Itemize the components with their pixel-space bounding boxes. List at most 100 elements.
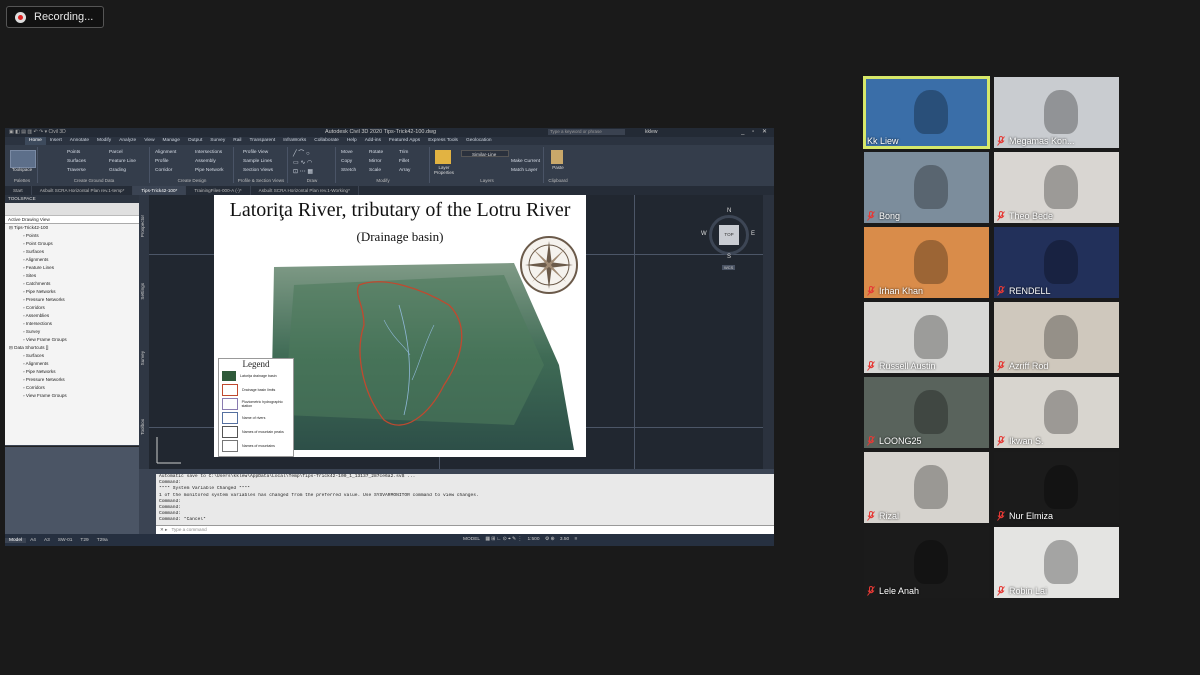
ribbon-tab[interactable]: Transparent [246, 137, 280, 145]
layer-properties-button[interactable]: Layer Properties [431, 165, 457, 175]
tree-item[interactable]: ⊟ Data Shortcuts [] [5, 344, 139, 352]
status-tools[interactable]: MODEL ▦ ⊞ ∟ ⊙ ⌖ ✎ ⋮ 1:500 ⚙ ⊕ 3.50 ≡ [455, 536, 581, 542]
toolspace-button[interactable]: Toolspace [7, 167, 37, 172]
ribbon-command[interactable]: Array [399, 166, 410, 175]
document-tab[interactable]: Tips-Trick42-100* [133, 186, 187, 195]
model-space-toggle[interactable]: MODEL [459, 537, 484, 542]
ribbon-command[interactable]: Section Views [243, 166, 273, 175]
ribbon-command[interactable]: Points [67, 148, 86, 157]
participant-tile[interactable]: Megamas Kon... [994, 77, 1119, 148]
ribbon-tab[interactable]: Output [184, 137, 206, 145]
tree-item[interactable]: ▫ Point Groups [5, 240, 139, 248]
tree-item[interactable]: ▫ Corridors [5, 384, 139, 392]
tree-item[interactable]: ▫ Catchments [5, 280, 139, 288]
ribbon-command[interactable]: Rotate [369, 148, 383, 157]
participant-tile[interactable]: Rizal [864, 452, 989, 523]
tree-item[interactable]: ▫ Alignments [5, 256, 139, 264]
viewcube-top[interactable]: TOP [719, 225, 739, 245]
tree-item[interactable]: ▫ Feature Lines [5, 264, 139, 272]
ribbon-tab[interactable]: Annotate [66, 137, 93, 145]
tree-item[interactable]: ▫ Corridors [5, 304, 139, 312]
user-name[interactable]: kklew [645, 129, 658, 135]
ribbon-command[interactable]: Make Current [511, 157, 540, 166]
ribbon-command[interactable]: Move [341, 148, 356, 157]
ribbon-command[interactable]: Feature Line [109, 157, 136, 166]
annotation-scale[interactable]: 1:500 [524, 537, 544, 542]
viewcube[interactable]: TOP N S E W WCS [701, 208, 755, 270]
tree-item[interactable]: ▫ View Frame Groups [5, 336, 139, 344]
ribbon-tab[interactable]: Express Tools [424, 137, 462, 145]
tree-item[interactable]: ▫ Surfaces [5, 248, 139, 256]
ribbon-command[interactable]: Parcel [109, 148, 136, 157]
ribbon-tab[interactable]: Survey [206, 137, 229, 145]
ribbon-command[interactable]: Profile View [243, 148, 273, 157]
recording-indicator[interactable]: Recording... [6, 6, 104, 28]
command-input[interactable]: ✕ ▸ Type a command [156, 525, 774, 534]
drawing-canvas[interactable]: Latoriţa River, tributary of the Lotru R… [149, 195, 763, 469]
participant-tile[interactable]: Azriff Rod [994, 302, 1119, 373]
ribbon-command[interactable]: Copy [341, 157, 356, 166]
window-controls[interactable]: _ ▫ ✕ [741, 128, 770, 135]
ribbon-command[interactable]: Alignment [155, 148, 176, 157]
ribbon-command[interactable]: Corridor [155, 166, 176, 175]
ribbon-tab[interactable]: Modify [93, 137, 115, 145]
layout-tab[interactable]: SW-01 [54, 538, 77, 543]
tree-item[interactable]: ▫ Surfaces [5, 352, 139, 360]
ribbon-command[interactable]: Intersections [195, 148, 224, 157]
layout-tab[interactable]: T29 [76, 538, 92, 543]
ribbon-command[interactable]: Profile [155, 157, 176, 166]
ribbon-command[interactable]: Traverse [67, 166, 86, 175]
ribbon-tab[interactable]: InfraWorks [279, 137, 310, 145]
ribbon-command[interactable]: Assembly [195, 157, 224, 166]
toolspace-side-tab[interactable]: Survey [140, 351, 145, 365]
tree-item[interactable]: ▫ Pressure Networks [5, 376, 139, 384]
toolspace-icon[interactable] [10, 150, 36, 168]
ribbon-command[interactable]: Fillet [399, 157, 410, 166]
ribbon-tab[interactable]: Featured Apps [385, 137, 424, 145]
document-tab[interactable]: TrainingFiles-000-A (-)* [186, 186, 251, 195]
toolspace-side-tab[interactable]: Toolbox [140, 419, 145, 435]
layout-tab[interactable]: T29a [93, 538, 112, 543]
ribbon-tab[interactable]: Insert [46, 137, 66, 145]
participant-tile[interactable]: Theo Bede [994, 152, 1119, 223]
tree-item[interactable]: ▫ Pipe Networks [5, 368, 139, 376]
tree-item[interactable]: ▫ Alignments [5, 360, 139, 368]
tree-item[interactable]: ⊟ Tips-Trick42-100 [5, 224, 139, 232]
layer-properties-icon[interactable] [435, 150, 451, 164]
ribbon-tab[interactable]: Add-ins [361, 137, 385, 145]
participant-tile[interactable]: Bong [864, 152, 989, 223]
search-input[interactable]: Type a keyword or phrase [548, 129, 625, 135]
ribbon-command[interactable]: Trim [399, 148, 410, 157]
quick-access-toolbar[interactable]: ▣ ◧ ▤ ▥ ↶ ↷ ▾ Civil 3D [9, 129, 66, 135]
toolspace-side-tab[interactable]: Prospector [140, 215, 145, 237]
paste-icon[interactable] [551, 150, 563, 164]
participant-tile[interactable]: Russell Austin [864, 302, 989, 373]
wcs-button[interactable]: WCS [722, 265, 736, 270]
navigation-bar[interactable] [763, 195, 774, 469]
ribbon-command[interactable]: Surfaces [67, 157, 86, 166]
ribbon-tab[interactable]: Manage [159, 137, 184, 145]
ribbon-command[interactable]: Scale [369, 166, 383, 175]
ribbon-tab[interactable]: Help [343, 137, 361, 145]
ribbon-tab[interactable]: Rail [229, 137, 245, 145]
tree-item[interactable]: ▫ Survey [5, 328, 139, 336]
ribbon-command[interactable]: Pipe Network [195, 166, 224, 175]
toolspace-side-tab[interactable]: Settings [140, 283, 145, 300]
ribbon-command[interactable]: Stretch [341, 166, 356, 175]
layer-dropdown[interactable]: Similar-Line [461, 150, 509, 157]
document-tab[interactable]: Asbuilt SCRA Horizontal Plan rev.1-Worki… [251, 186, 359, 195]
participant-tile[interactable]: Irhan Khan [864, 227, 989, 298]
ribbon-command[interactable]: Match Layer [511, 166, 540, 175]
tree-item[interactable]: ▫ Points [5, 232, 139, 240]
tree-item[interactable]: ▫ Intersections [5, 320, 139, 328]
document-tab[interactable]: Asbuilt SCRA Horizontal Plan rev.1-temp* [32, 186, 134, 195]
toolspace-toolbar[interactable] [5, 203, 139, 216]
tree-item[interactable]: ▫ View Frame Groups [5, 392, 139, 400]
participant-tile[interactable]: Nur Elmiza [994, 452, 1119, 523]
ribbon-tab[interactable]: Collaborate [310, 137, 343, 145]
tree-item[interactable]: ▫ Pipe Networks [5, 288, 139, 296]
tree-item[interactable]: ▫ Sites [5, 272, 139, 280]
ribbon-command[interactable]: Grading [109, 166, 136, 175]
draw-tools-icon[interactable]: ╱ ⌒ ○ ▭ ∿ ◠ ⊡ ⋯ ▦ [293, 150, 313, 177]
layout-tab[interactable]: A3 [40, 538, 54, 543]
